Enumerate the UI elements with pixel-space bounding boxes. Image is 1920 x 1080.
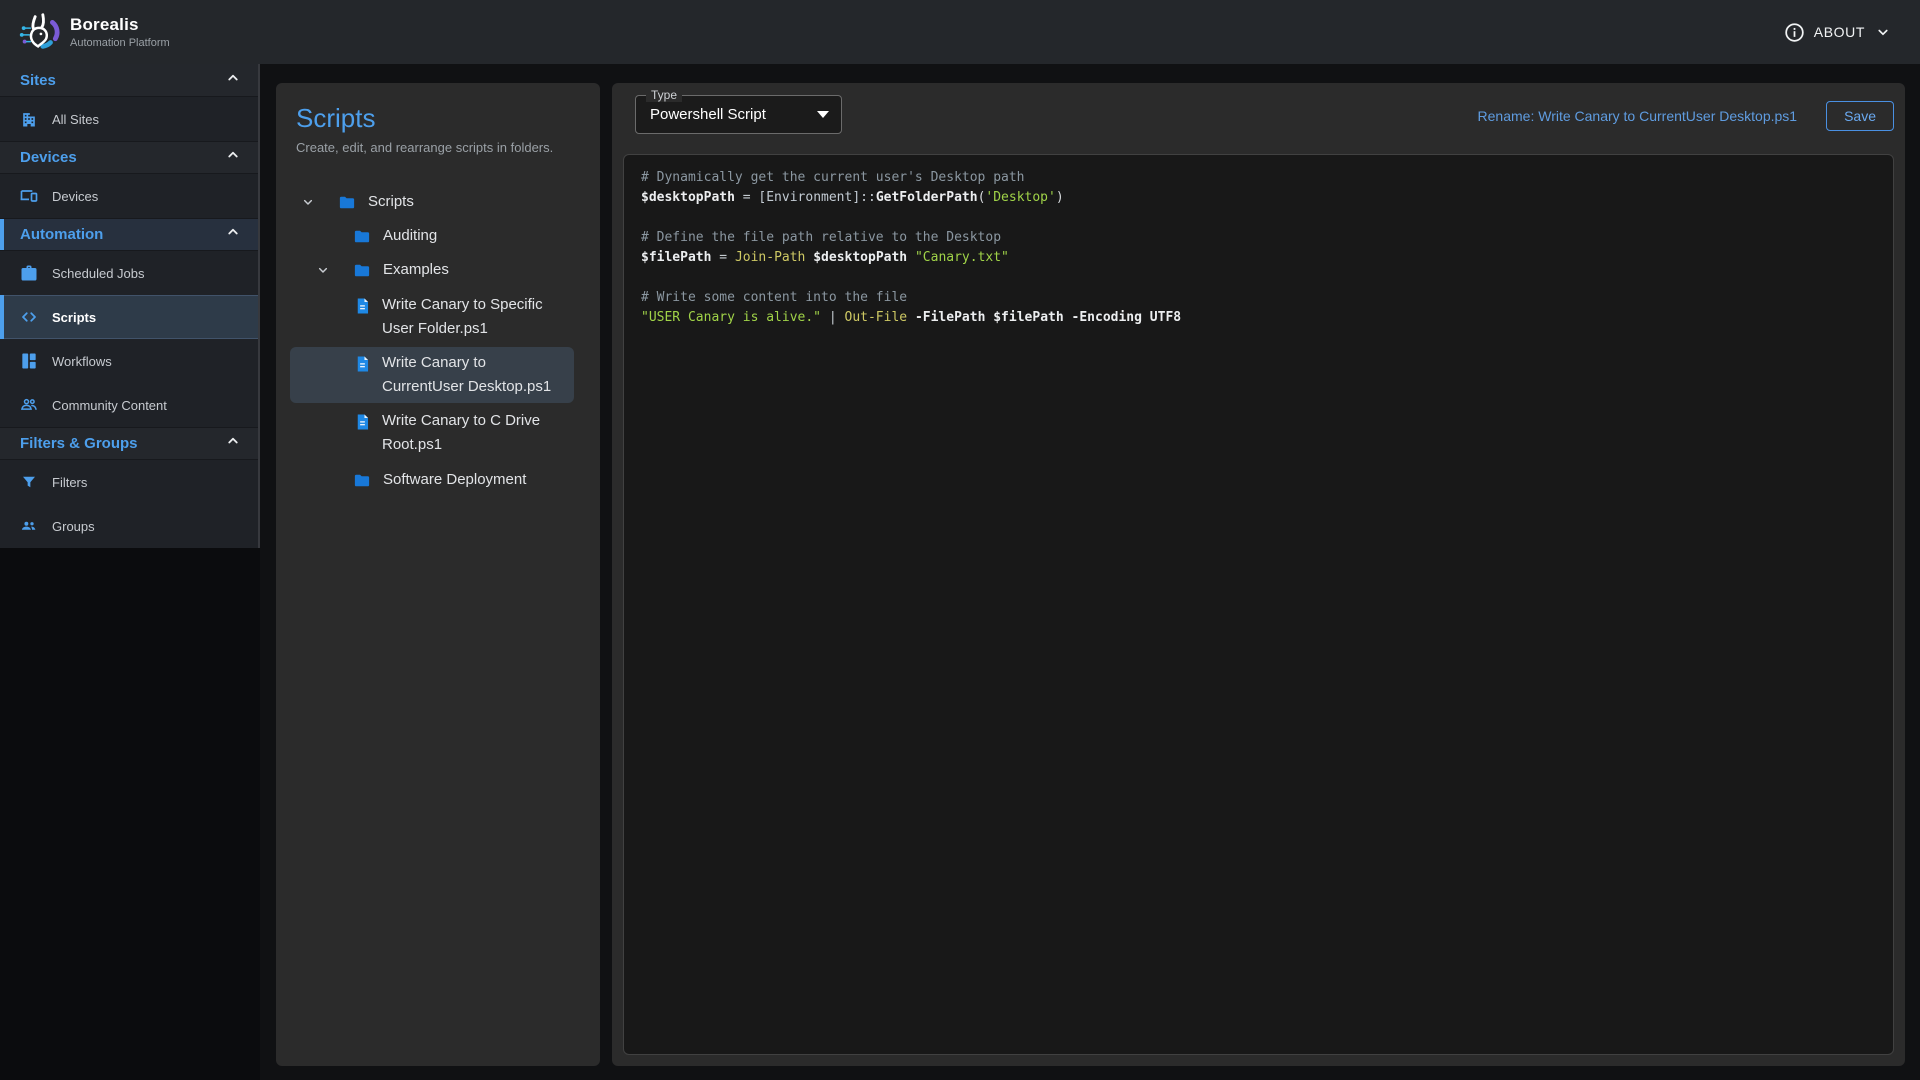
tree-folder-auditing[interactable]: Auditing [290, 219, 574, 253]
info-icon [1784, 22, 1805, 43]
sidebar-item-all-sites[interactable]: All Sites [0, 97, 258, 141]
editor-panel: Type Powershell Script Rename: Write Can… [612, 83, 1905, 1066]
sidebar-item-label: Community Content [52, 398, 167, 413]
main-content: Scripts Create, edit, and rearrange scri… [260, 64, 1920, 1080]
sidebar-section-label: Sites [20, 72, 224, 89]
app-title: Borealis Automation Platform [70, 15, 170, 49]
scripts-panel-subtitle: Create, edit, and rearrange scripts in f… [296, 140, 580, 155]
code-line: "USER Canary is alive." | Out-File -File… [641, 308, 1876, 328]
sidebar: Sites All Sites Devices Devices Automation Sc… [0, 64, 260, 1080]
sidebar-section-label: Filters & Groups [20, 435, 224, 452]
code-line: # Dynamically get the current user's Des… [641, 168, 1876, 188]
rename-link[interactable]: Rename: Write Canary to CurrentUser Desk… [1478, 108, 1798, 124]
scripts-panel: Scripts Create, edit, and rearrange scri… [276, 83, 600, 1066]
devices-icon [18, 185, 40, 207]
tree-item-label: Write Canary to Specific User Folder.ps1 [382, 293, 560, 341]
building-icon [18, 108, 40, 130]
chevron-slot-empty [315, 224, 341, 248]
sidebar-item-label: Devices [52, 189, 98, 204]
sidebar-item-scheduled-jobs[interactable]: Scheduled Jobs [0, 251, 258, 295]
sidebar-item-label: Workflows [52, 354, 112, 369]
folder-icon [351, 261, 373, 280]
save-button[interactable]: Save [1826, 101, 1894, 131]
app-subtitle: Automation Platform [70, 37, 170, 49]
code-line: # Write some content into the file [641, 288, 1876, 308]
sidebar-section-automation[interactable]: Automation [0, 218, 258, 251]
tree-item-label: Auditing [383, 224, 437, 248]
chevron-down-icon [1874, 23, 1892, 41]
tree-item-label: Write Canary to C Drive Root.ps1 [382, 409, 560, 457]
tree-file-write-canary-to-currentuser-desktop-ps1[interactable]: Write Canary to CurrentUser Desktop.ps1 [290, 347, 574, 403]
briefcase-icon [18, 262, 40, 284]
sidebar-item-label: Groups [52, 519, 95, 534]
type-select[interactable]: Type Powershell Script [635, 95, 842, 134]
sidebar-section-label: Automation [20, 226, 224, 243]
chevron-up-icon [224, 432, 242, 455]
folder-icon [336, 193, 358, 212]
folder-icon [351, 227, 373, 246]
chevron-up-icon [224, 69, 242, 92]
sidebar-item-devices[interactable]: Devices [0, 174, 258, 218]
tree-file-write-canary-to-c-drive-root-ps1[interactable]: Write Canary to C Drive Root.ps1 [290, 405, 574, 461]
chevron-down-icon[interactable] [300, 190, 326, 214]
about-menu[interactable]: ABOUT [1784, 22, 1892, 43]
type-select-label: Type [646, 88, 682, 102]
type-select-value: Powershell Script [650, 106, 817, 123]
tree-item-label: Examples [383, 258, 449, 282]
file-icon [353, 411, 372, 433]
borealis-rabbit-logo [16, 9, 62, 55]
tree-item-label: Scripts [368, 190, 414, 214]
workflow-icon [18, 350, 40, 372]
sidebar-section-filters-groups[interactable]: Filters & Groups [0, 427, 258, 460]
chevron-slot-empty [315, 468, 341, 492]
sidebar-item-community-content[interactable]: Community Content [0, 383, 258, 427]
select-caret-icon [817, 111, 829, 118]
sidebar-section-sites[interactable]: Sites [0, 64, 258, 97]
tree-folder-examples[interactable]: Examples [290, 253, 574, 287]
tree-file-write-canary-to-specific-user-folder-ps1[interactable]: Write Canary to Specific User Folder.ps1 [290, 289, 574, 345]
sidebar-item-workflows[interactable]: Workflows [0, 339, 258, 383]
folder-icon [351, 471, 373, 490]
sidebar-section-devices[interactable]: Devices [0, 141, 258, 174]
app-name: Borealis [70, 15, 170, 35]
tree-item-label: Write Canary to CurrentUser Desktop.ps1 [382, 351, 560, 399]
chevron-down-icon[interactable] [315, 258, 341, 282]
scripts-panel-title: Scripts [296, 103, 580, 134]
tree-folder-scripts[interactable]: Scripts [290, 185, 574, 219]
file-icon [353, 295, 372, 317]
code-line [641, 268, 1876, 288]
people-icon [18, 394, 40, 416]
sidebar-item-groups[interactable]: Groups [0, 504, 258, 548]
file-icon [353, 353, 372, 375]
sidebar-item-label: All Sites [52, 112, 99, 127]
sidebar-item-label: Scripts [52, 310, 96, 325]
app-header: Borealis Automation Platform ABOUT [0, 0, 1920, 64]
code-line [641, 208, 1876, 228]
code-line: $filePath = Join-Path $desktopPath "Cana… [641, 248, 1876, 268]
code-icon [18, 306, 40, 328]
sidebar-item-filters[interactable]: Filters [0, 460, 258, 504]
about-label: ABOUT [1814, 24, 1865, 40]
filter-icon [18, 471, 40, 493]
editor-header: Type Powershell Script Rename: Write Can… [623, 92, 1894, 140]
chevron-up-icon [224, 223, 242, 246]
code-line: $desktopPath = [Environment]::GetFolderP… [641, 188, 1876, 208]
code-line: # Define the file path relative to the D… [641, 228, 1876, 248]
chevron-up-icon [224, 146, 242, 169]
sidebar-section-label: Devices [20, 149, 224, 166]
scripts-tree: Scripts Auditing Examples Write Canary to S… [290, 185, 580, 497]
sidebar-item-label: Scheduled Jobs [52, 266, 145, 281]
tree-item-label: Software Deployment [383, 468, 526, 492]
tree-folder-software-deployment[interactable]: Software Deployment [290, 463, 574, 497]
sidebar-item-label: Filters [52, 475, 87, 490]
sidebar-item-scripts[interactable]: Scripts [0, 295, 258, 339]
groups-icon [18, 515, 40, 537]
code-editor[interactable]: # Dynamically get the current user's Des… [623, 154, 1894, 1055]
